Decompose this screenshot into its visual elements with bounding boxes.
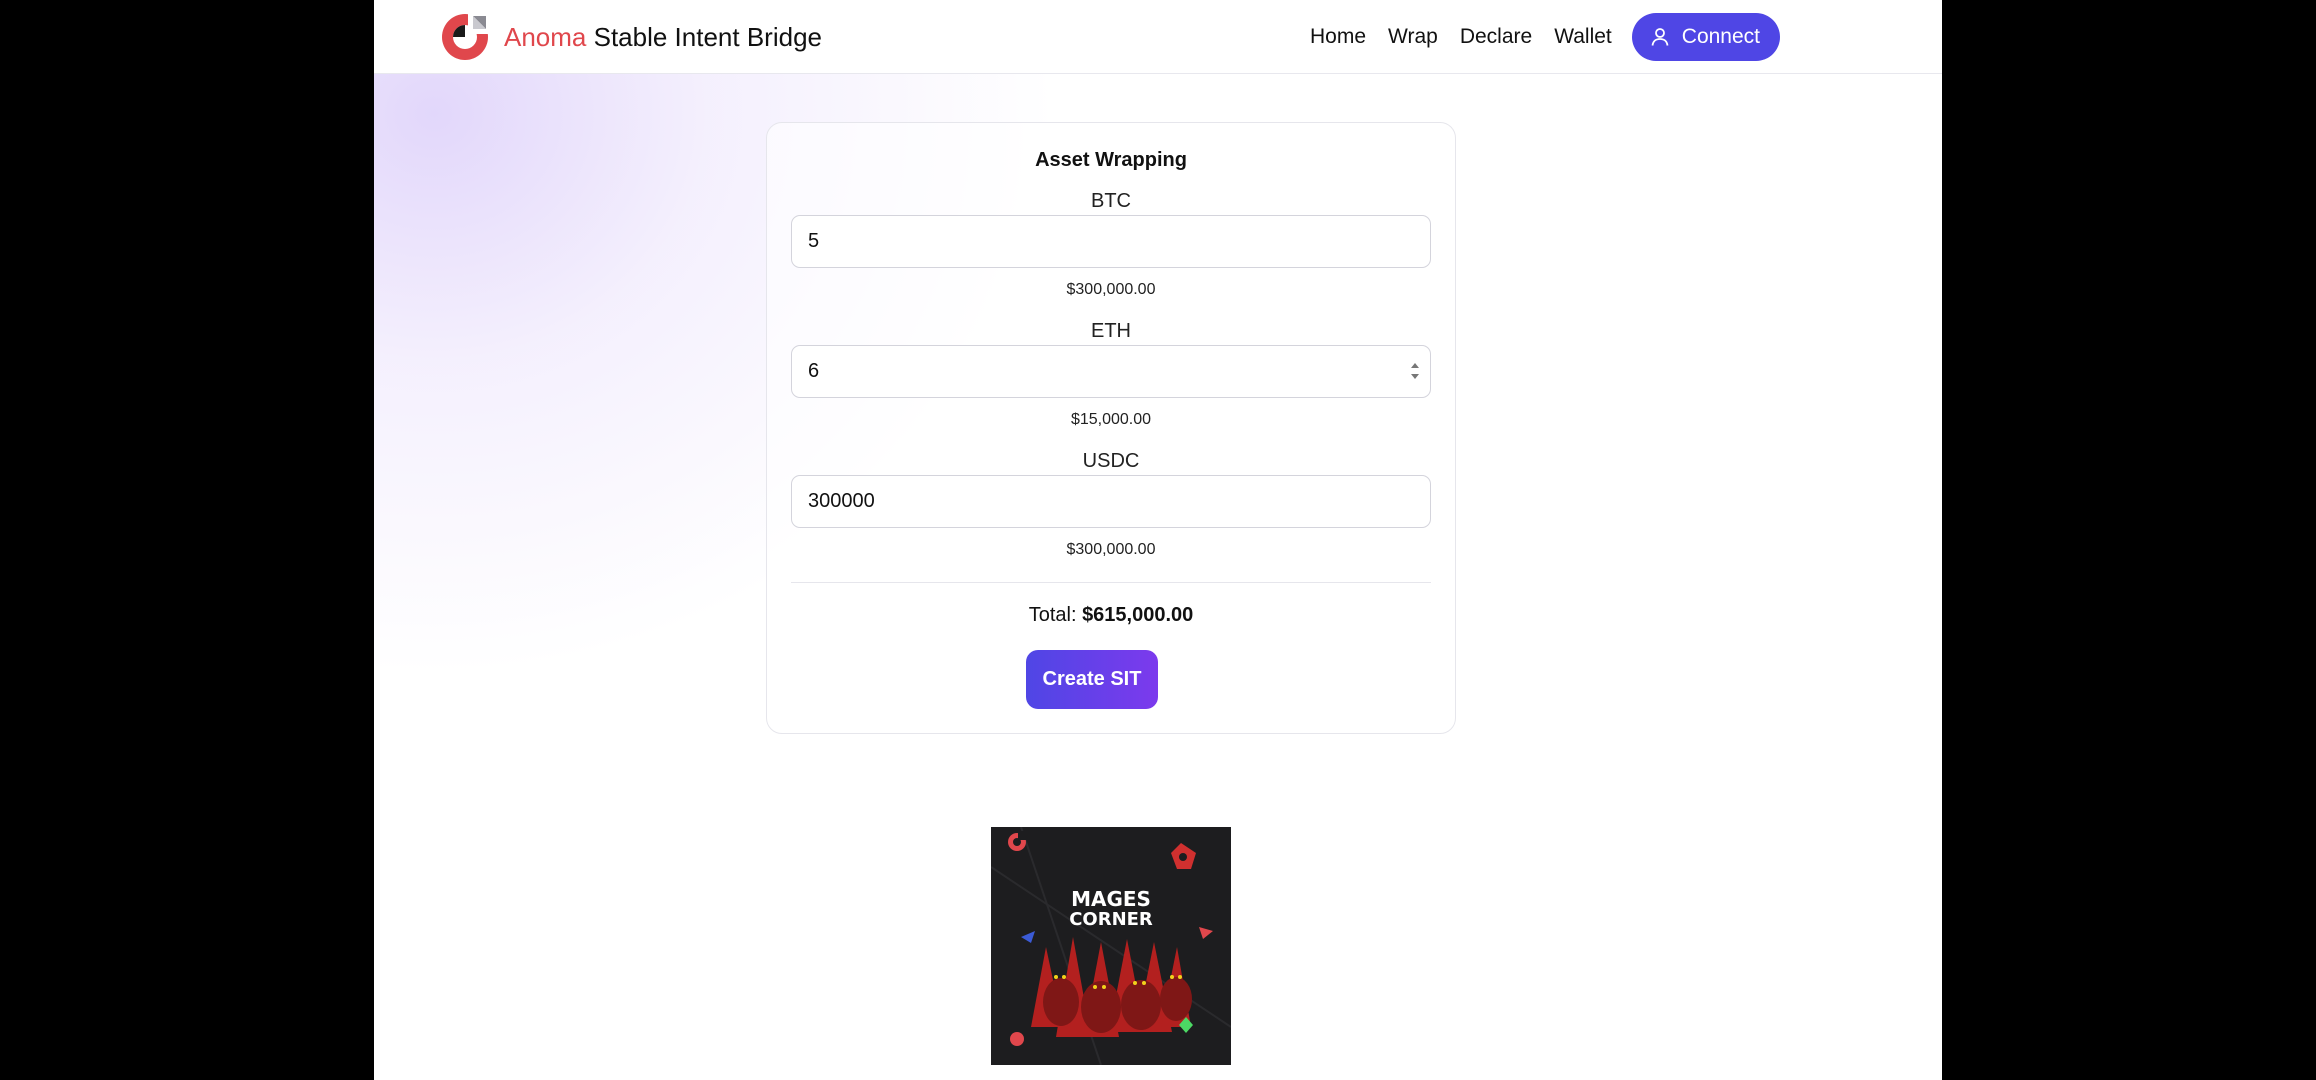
banner-artwork [991,827,1231,1065]
usdc-label: USDC [1082,450,1140,472]
banner-title-line1: MAGES [1071,887,1151,911]
total-label: Total: [1028,604,1083,626]
divider [791,582,1431,583]
connect-button[interactable]: Connect [1631,13,1780,61]
asset-wrapping-card: Asset Wrapping BTC $300,000.00 ETH $15,0… [766,122,1456,734]
banner-title-line2: CORNER [1069,909,1153,930]
nav-declare[interactable]: Declare [1460,25,1532,49]
connect-label: Connect [1681,25,1760,48]
btc-label: BTC [1091,190,1131,212]
eth-label: ETH [1091,320,1131,342]
usdc-amount-input[interactable] [791,475,1431,528]
total-amount: $615,000.00 [1082,604,1194,626]
brand-title: Stable Intent Bridge [586,21,822,52]
mages-corner-banner: MAGES CORNER [991,827,1231,1065]
card-title: Asset Wrapping [1035,149,1187,171]
brand[interactable]: Anoma Stable Intent Bridge [440,12,822,62]
create-sit-button[interactable]: Create SIT [1026,650,1158,709]
eth-usd-value: $15,000.00 [1070,411,1152,428]
nav-home[interactable]: Home [1310,25,1366,49]
usdc-usd-value: $300,000.00 [1066,541,1156,558]
total-line: Total: $615,000.00 [767,604,1455,627]
top-navbar: Anoma Stable Intent Bridge Home Wrap Dec… [374,0,1942,74]
brand-accent: Anoma [504,21,587,52]
btc-usd-value: $300,000.00 [1066,281,1156,298]
anoma-logo-icon [442,12,490,60]
page: Anoma Stable Intent Bridge Home Wrap Dec… [374,0,1942,1080]
eth-amount-input[interactable] [791,345,1431,398]
eth-input-wrapper [767,345,1455,398]
number-stepper-icon[interactable] [1409,359,1421,383]
nav-menu: Home Wrap Declare Wallet Connect [1310,13,1780,61]
user-icon [1651,28,1669,46]
nav-wallet[interactable]: Wallet [1554,25,1612,49]
brand-name: Anoma Stable Intent Bridge [504,22,822,53]
nav-wrap[interactable]: Wrap [1388,25,1438,49]
btc-amount-input[interactable] [791,215,1431,268]
